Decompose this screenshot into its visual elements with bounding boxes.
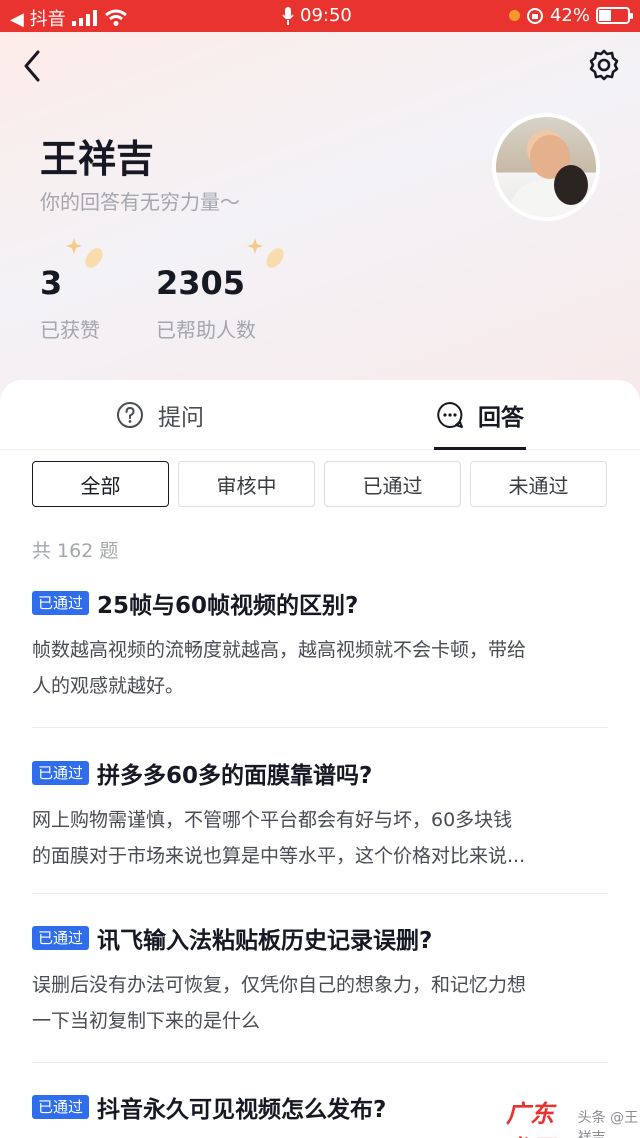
filter-rejected[interactable]: 未通过 <box>470 461 607 507</box>
question-circle-icon <box>117 402 143 428</box>
status-bar: ◀ 抖音 09:50 42% <box>0 0 640 32</box>
avatar-child <box>554 165 588 205</box>
divider <box>32 1062 608 1063</box>
answer-title-row: 已通过 讯飞输入法粘贴板历史记录误删? <box>32 921 608 955</box>
back-arrow-icon[interactable] <box>18 48 48 84</box>
status-center: 09:50 <box>282 5 352 26</box>
status-badge: 已通过 <box>32 926 90 950</box>
orange-dot-icon <box>508 10 520 21</box>
helped-label: 已帮助人数 <box>156 318 256 342</box>
answer-excerpt-line: 网上购物需谨慎，不管哪个平台都会有好与坏，60多块钱 <box>32 809 513 831</box>
status-badge: 已通过 <box>32 761 90 785</box>
battery-percent: 42% <box>549 5 590 26</box>
microphone-icon <box>282 6 294 25</box>
back-to-app-link[interactable]: ◀ 抖音 <box>10 5 66 31</box>
answer-excerpt-line: 误删后没有办法可恢复，仅凭你自己的想象力，和记忆力想 <box>32 974 527 996</box>
total-count: 共 162 题 <box>32 540 119 562</box>
answer-excerpt-line: 一下当初复制下来的是什么 <box>32 1010 261 1032</box>
answer-excerpt: 网上购物需谨慎，不管哪个平台都会有好与坏，60多块钱 的面膜对于市场来说也算是中… <box>32 802 608 874</box>
answer-title: 讯飞输入法粘贴板历史记录误删? <box>97 928 433 954</box>
answer-title: 抖音永久可见视频怎么发布? <box>97 1097 387 1123</box>
answer-item[interactable]: 已通过 拼多多60多的面膜靠谱吗? 网上购物需谨慎，不管哪个平台都会有好与坏，6… <box>32 756 608 874</box>
user-tagline: 你的回答有无穷力量～ <box>40 190 240 214</box>
signal-bars-icon <box>71 10 97 26</box>
tab-bar: 提问 回答 <box>0 380 640 450</box>
answer-excerpt-line: 的面膜对于市场来说也算是中等水平，这个价格对比来说... <box>32 845 526 867</box>
answer-title-row: 已通过 拼多多60多的面膜靠谱吗? <box>32 756 608 790</box>
answer-title: 拼多多60多的面膜靠谱吗? <box>97 763 373 789</box>
stat-helped[interactable]: 2305 已帮助人数 <box>156 264 256 343</box>
rotation-lock-icon <box>526 7 543 24</box>
tab-questions[interactable]: 提问 <box>116 398 204 432</box>
answer-title: 25帧与60帧视频的区别? <box>97 593 359 619</box>
user-name: 王祥吉 <box>40 137 155 181</box>
profile-header <box>0 32 640 412</box>
tab-answers[interactable]: 回答 <box>436 398 524 432</box>
status-right: 42% <box>508 5 633 26</box>
answer-excerpt: 帧数越高视频的流畅度就越高，越高视频就不会卡顿，带给 人的观感就越好。 <box>32 632 608 704</box>
status-time: 09:50 <box>300 5 352 26</box>
divider <box>32 727 608 728</box>
answer-item[interactable]: 已通过 25帧与60帧视频的区别? 帧数越高视频的流畅度就越高，越高视频就不会卡… <box>32 586 608 704</box>
battery-level <box>599 10 611 21</box>
answer-excerpt-line: 人的观感就越好。 <box>32 675 185 697</box>
avatar[interactable] <box>492 113 600 221</box>
divider <box>32 893 608 894</box>
answer-excerpt: 误删后没有办法可恢复，仅凭你自己的想象力，和记忆力想 一下当初复制下来的是什么 <box>32 967 608 1039</box>
answer-item[interactable]: 已通过 讯飞输入法粘贴板历史记录误删? 误删后没有办法可恢复，仅凭你自己的想象力… <box>32 921 608 1039</box>
watermark: 广东龙网 头条 @王祥吉 <box>506 1094 640 1138</box>
wifi-icon <box>104 9 127 26</box>
status-badge: 已通过 <box>32 1095 90 1119</box>
watermark-credit: 头条 @王祥吉 <box>577 1110 639 1138</box>
likes-count: 3 <box>40 264 63 302</box>
filter-all[interactable]: 全部 <box>32 461 169 507</box>
watermark-logo: 广东龙网 <box>506 1100 554 1138</box>
battery-icon <box>596 7 633 24</box>
status-left: ◀ 抖音 <box>10 5 128 31</box>
tab-answers-label: 回答 <box>478 405 524 431</box>
active-tab-indicator <box>434 447 526 450</box>
filter-approved[interactable]: 已通过 <box>324 461 461 507</box>
stat-likes[interactable]: 3 已获赞 <box>40 264 100 343</box>
answer-title-row: 已通过 25帧与60帧视频的区别? <box>32 586 608 620</box>
helped-count: 2305 <box>156 264 246 302</box>
chat-bubble-icon <box>437 402 463 428</box>
filter-reviewing[interactable]: 审核中 <box>178 461 315 507</box>
likes-label: 已获赞 <box>40 318 100 342</box>
tab-questions-label: 提问 <box>158 405 204 431</box>
status-badge: 已通过 <box>32 591 90 615</box>
answer-excerpt-line: 帧数越高视频的流畅度就越高，越高视频就不会卡顿，带给 <box>32 639 527 661</box>
gear-icon[interactable] <box>588 48 620 82</box>
